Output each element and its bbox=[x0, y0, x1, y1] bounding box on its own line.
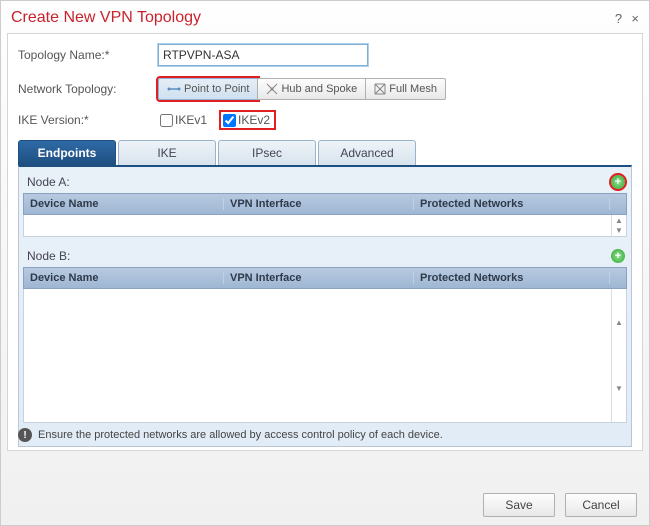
scroll-up-icon-b[interactable]: ▲ bbox=[612, 289, 626, 356]
label-node-a: Node A: bbox=[27, 175, 70, 189]
col-nets-b[interactable]: Protected Networks bbox=[414, 272, 610, 284]
node-a-empty bbox=[24, 215, 611, 236]
tab-panel-endpoints: Node A: + Device Name VPN Interface Prot… bbox=[18, 165, 632, 447]
toggle-hub-label: Hub and Spoke bbox=[281, 83, 357, 95]
checkbox-ikev1-wrap[interactable]: IKEv1 bbox=[158, 112, 211, 128]
node-a-grid: ▲ ▼ bbox=[23, 215, 627, 237]
toggle-ptp-label: Point to Point bbox=[184, 83, 249, 95]
tab-bar: Endpoints IKE IPsec Advanced bbox=[18, 140, 632, 165]
ptp-icon bbox=[167, 84, 181, 94]
tab-advanced[interactable]: Advanced bbox=[318, 140, 416, 165]
dialog-body: Topology Name:* Network Topology: Point … bbox=[7, 33, 643, 451]
node-b-grid: ▲ ▼ bbox=[23, 289, 627, 423]
toggle-full-mesh[interactable]: Full Mesh bbox=[365, 78, 446, 100]
titlebar: Create New VPN Topology ? × bbox=[1, 1, 649, 33]
help-icon[interactable]: ? bbox=[615, 11, 622, 26]
add-node-a-icon[interactable]: + bbox=[611, 175, 625, 189]
tab-ike[interactable]: IKE bbox=[118, 140, 216, 165]
label-topology-name: Topology Name:* bbox=[18, 48, 158, 62]
save-button[interactable]: Save bbox=[483, 493, 555, 517]
col-iface-a[interactable]: VPN Interface bbox=[224, 198, 414, 210]
footer-note: ! Ensure the protected networks are allo… bbox=[18, 428, 632, 442]
toggle-mesh-label: Full Mesh bbox=[389, 83, 437, 95]
toggle-hub-and-spoke[interactable]: Hub and Spoke bbox=[257, 78, 366, 100]
label-ikev1: IKEv1 bbox=[175, 113, 207, 127]
node-b-empty bbox=[24, 289, 611, 422]
col-device-b[interactable]: Device Name bbox=[24, 272, 224, 284]
label-node-b: Node B: bbox=[27, 249, 70, 263]
node-a-header: Node A: + bbox=[23, 171, 627, 193]
label-ike-version: IKE Version:* bbox=[18, 113, 158, 127]
mesh-icon bbox=[374, 83, 386, 95]
cancel-button[interactable]: Cancel bbox=[565, 493, 637, 517]
scroll-down-icon-b[interactable]: ▼ bbox=[612, 356, 626, 423]
scroll-up-icon[interactable]: ▲ bbox=[612, 215, 626, 226]
topology-toggle-group: Point to Point Hub and Spoke Full Mesh bbox=[158, 78, 446, 100]
hub-icon bbox=[266, 83, 278, 95]
add-node-b-icon[interactable]: + bbox=[611, 249, 625, 263]
close-icon[interactable]: × bbox=[631, 11, 639, 26]
label-ikev2: IKEv2 bbox=[238, 113, 270, 127]
scroll-b[interactable]: ▲ ▼ bbox=[611, 289, 626, 422]
info-icon: ! bbox=[18, 428, 32, 442]
action-bar: Save Cancel bbox=[483, 493, 637, 517]
checkbox-ikev2-wrap[interactable]: IKEv2 bbox=[221, 112, 274, 128]
dialog-title: Create New VPN Topology bbox=[11, 9, 201, 27]
scroll-down-icon[interactable]: ▼ bbox=[612, 226, 626, 237]
label-network-topology: Network Topology: bbox=[18, 82, 158, 96]
row-ike-version: IKE Version:* IKEv1 IKEv2 bbox=[18, 112, 632, 128]
toggle-point-to-point[interactable]: Point to Point bbox=[158, 78, 258, 100]
col-nets-a[interactable]: Protected Networks bbox=[414, 198, 610, 210]
row-topology-name: Topology Name:* bbox=[18, 44, 632, 66]
node-a-columns: Device Name VPN Interface Protected Netw… bbox=[23, 193, 627, 215]
scroll-a[interactable]: ▲ ▼ bbox=[611, 215, 626, 236]
tab-ipsec[interactable]: IPsec bbox=[218, 140, 316, 165]
node-b-header: Node B: + bbox=[23, 245, 627, 267]
dialog: Create New VPN Topology ? × Topology Nam… bbox=[0, 0, 650, 526]
title-actions: ? × bbox=[609, 11, 639, 26]
footer-note-text: Ensure the protected networks are allowe… bbox=[38, 429, 443, 441]
col-device-a[interactable]: Device Name bbox=[24, 198, 224, 210]
checkbox-ikev2[interactable] bbox=[223, 114, 236, 127]
node-b-columns: Device Name VPN Interface Protected Netw… bbox=[23, 267, 627, 289]
checkbox-ikev1[interactable] bbox=[160, 114, 173, 127]
tab-endpoints[interactable]: Endpoints bbox=[18, 140, 116, 165]
input-topology-name[interactable] bbox=[158, 44, 368, 66]
row-network-topology: Network Topology: Point to Point Hub and… bbox=[18, 78, 632, 100]
col-iface-b[interactable]: VPN Interface bbox=[224, 272, 414, 284]
